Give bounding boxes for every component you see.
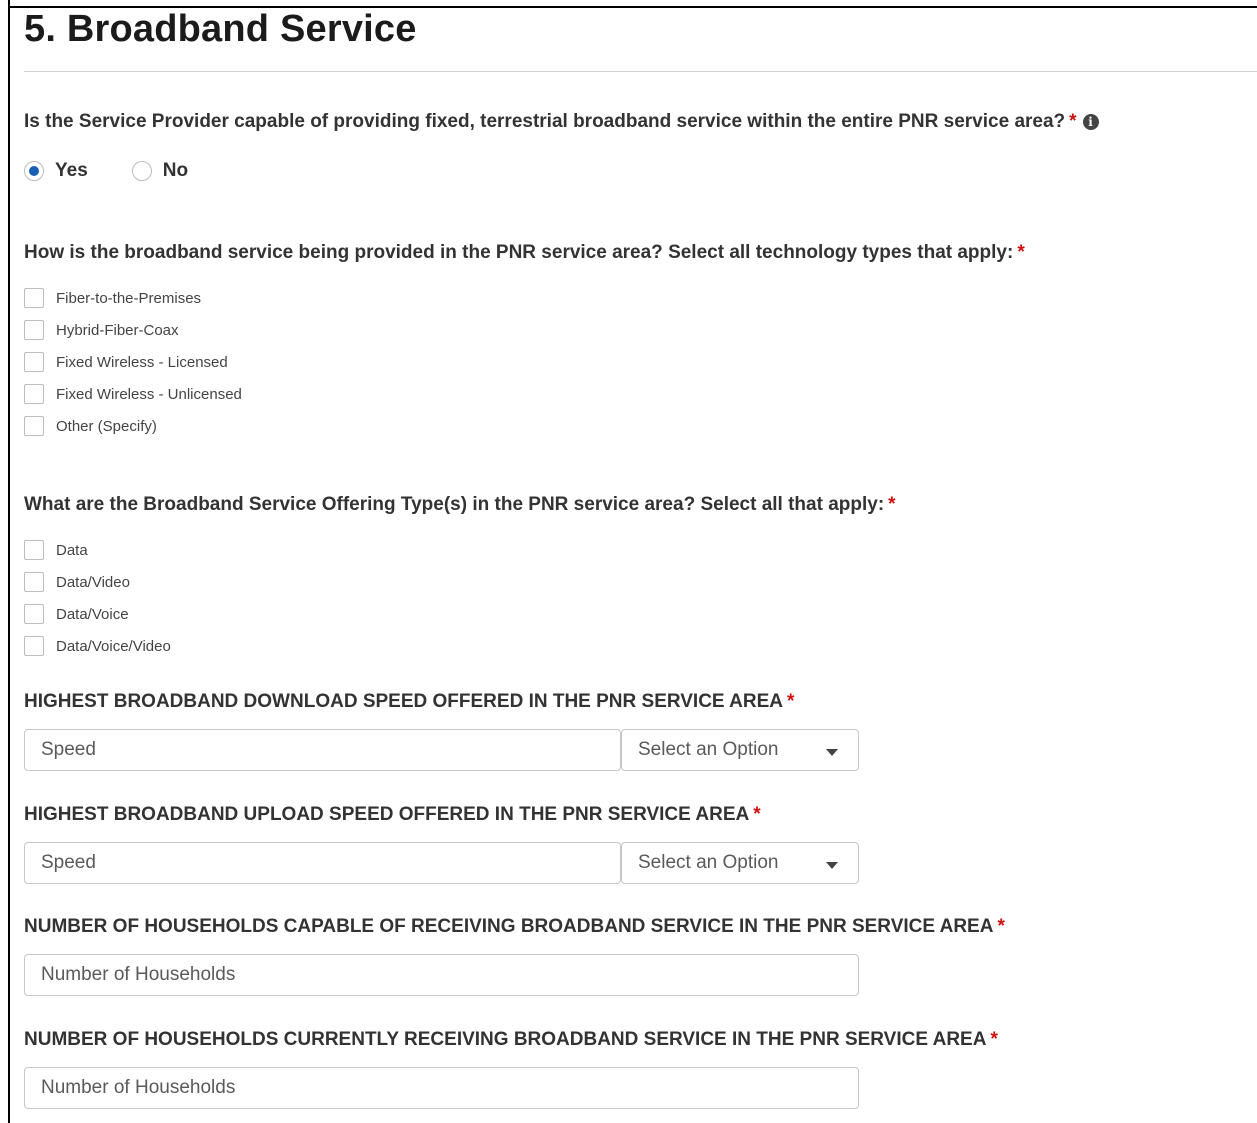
checkbox-group-offering: Data Data/Video Data/Voice Data/Voice/Vi…	[24, 534, 171, 662]
select-value: Select an Option	[638, 739, 779, 760]
radio-yes[interactable]: Yes	[24, 160, 88, 182]
question-offering-types: What are the Broadband Service Offering …	[24, 494, 896, 516]
download-speed-unit-select[interactable]: Select an Option	[621, 729, 859, 771]
required-asterisk: *	[1017, 242, 1025, 263]
radio-button-yes[interactable]	[24, 161, 44, 181]
households-capable-label: NUMBER OF HOUSEHOLDS CAPABLE OF RECEIVIN…	[24, 916, 1005, 938]
question-fixed-terrestrial: Is the Service Provider capable of provi…	[24, 111, 1099, 133]
households-receiving-input[interactable]	[24, 1067, 859, 1109]
checkbox-box[interactable]	[24, 636, 44, 656]
info-icon[interactable]: i	[1082, 113, 1099, 130]
radio-button-no[interactable]	[131, 161, 152, 181]
frame-border-left	[8, 0, 10, 1123]
checkbox-data[interactable]: Data	[24, 534, 171, 566]
download-speed-label: HIGHEST BROADBAND DOWNLOAD SPEED OFFERED…	[24, 691, 794, 713]
required-asterisk: *	[888, 494, 896, 515]
question-text: How is the broadband service being provi…	[24, 242, 1014, 263]
households-capable-input[interactable]	[24, 954, 859, 996]
required-asterisk: *	[1069, 111, 1077, 132]
required-asterisk: *	[990, 1029, 998, 1050]
checkbox-label: Data/Voice/Video	[56, 637, 171, 655]
checkbox-box[interactable]	[24, 416, 44, 436]
checkbox-label: Fixed Wireless - Licensed	[56, 353, 228, 371]
checkbox-box[interactable]	[24, 572, 44, 592]
checkbox-label: Data/Video	[56, 573, 130, 591]
caret-down-icon	[826, 748, 838, 756]
caret-down-icon	[826, 861, 838, 869]
field-label-text: NUMBER OF HOUSEHOLDS CAPABLE OF RECEIVIN…	[24, 916, 994, 937]
checkbox-label: Fiber-to-the-Premises	[56, 289, 202, 307]
upload-speed-unit-select[interactable]: Select an Option	[621, 842, 859, 884]
checkbox-box[interactable]	[24, 352, 44, 372]
checkbox-label: Other (Specify)	[56, 417, 157, 435]
broadband-service-section: 5. Broadband Service Is the Service Prov…	[0, 0, 1257, 1123]
checkbox-data-video[interactable]: Data/Video	[24, 566, 171, 598]
required-asterisk: *	[787, 691, 795, 712]
radio-no[interactable]: No	[131, 160, 189, 182]
radio-label-no: No	[162, 160, 189, 181]
field-label-text: HIGHEST BROADBAND DOWNLOAD SPEED OFFERED…	[24, 691, 783, 712]
checkbox-label: Data/Voice	[56, 605, 129, 623]
checkbox-data-voice-video[interactable]: Data/Voice/Video	[24, 630, 171, 662]
radio-label-yes: Yes	[55, 160, 88, 181]
households-receiving-label: NUMBER OF HOUSEHOLDS CURRENTLY RECEIVING…	[24, 1029, 998, 1051]
checkbox-fixed-wireless-unlicensed[interactable]: Fixed Wireless - Unlicensed	[24, 378, 242, 410]
checkbox-fixed-wireless-licensed[interactable]: Fixed Wireless - Licensed	[24, 346, 242, 378]
field-label-text: HIGHEST BROADBAND UPLOAD SPEED OFFERED I…	[24, 804, 750, 825]
question-text: What are the Broadband Service Offering …	[24, 494, 885, 515]
required-asterisk: *	[997, 916, 1005, 937]
select-value: Select an Option	[638, 852, 779, 873]
checkbox-box[interactable]	[24, 320, 44, 340]
section-title: 5. Broadband Service	[24, 8, 417, 50]
checkbox-label: Data	[56, 541, 88, 559]
checkbox-box[interactable]	[24, 288, 44, 308]
checkbox-box[interactable]	[24, 540, 44, 560]
question-technology-types: How is the broadband service being provi…	[24, 242, 1025, 264]
checkbox-other-specify[interactable]: Other (Specify)	[24, 410, 242, 442]
required-asterisk: *	[753, 804, 761, 825]
radio-selected-dot	[29, 166, 39, 176]
checkbox-box[interactable]	[24, 384, 44, 404]
checkbox-hybrid-fiber-coax[interactable]: Hybrid-Fiber-Coax	[24, 314, 242, 346]
upload-speed-input[interactable]	[24, 842, 621, 884]
upload-speed-label: HIGHEST BROADBAND UPLOAD SPEED OFFERED I…	[24, 804, 761, 826]
radio-group-capable: Yes No	[24, 160, 232, 182]
checkbox-label: Hybrid-Fiber-Coax	[56, 321, 179, 339]
title-divider	[24, 71, 1257, 72]
field-label-text: NUMBER OF HOUSEHOLDS CURRENTLY RECEIVING…	[24, 1029, 987, 1050]
checkbox-label: Fixed Wireless - Unlicensed	[56, 385, 242, 403]
download-speed-input[interactable]	[24, 729, 621, 771]
checkbox-group-technology: Fiber-to-the-Premises Hybrid-Fiber-Coax …	[24, 282, 242, 442]
checkbox-data-voice[interactable]: Data/Voice	[24, 598, 171, 630]
checkbox-fiber-to-the-premises[interactable]: Fiber-to-the-Premises	[24, 282, 242, 314]
checkbox-box[interactable]	[24, 604, 44, 624]
question-text: Is the Service Provider capable of provi…	[24, 111, 1066, 132]
